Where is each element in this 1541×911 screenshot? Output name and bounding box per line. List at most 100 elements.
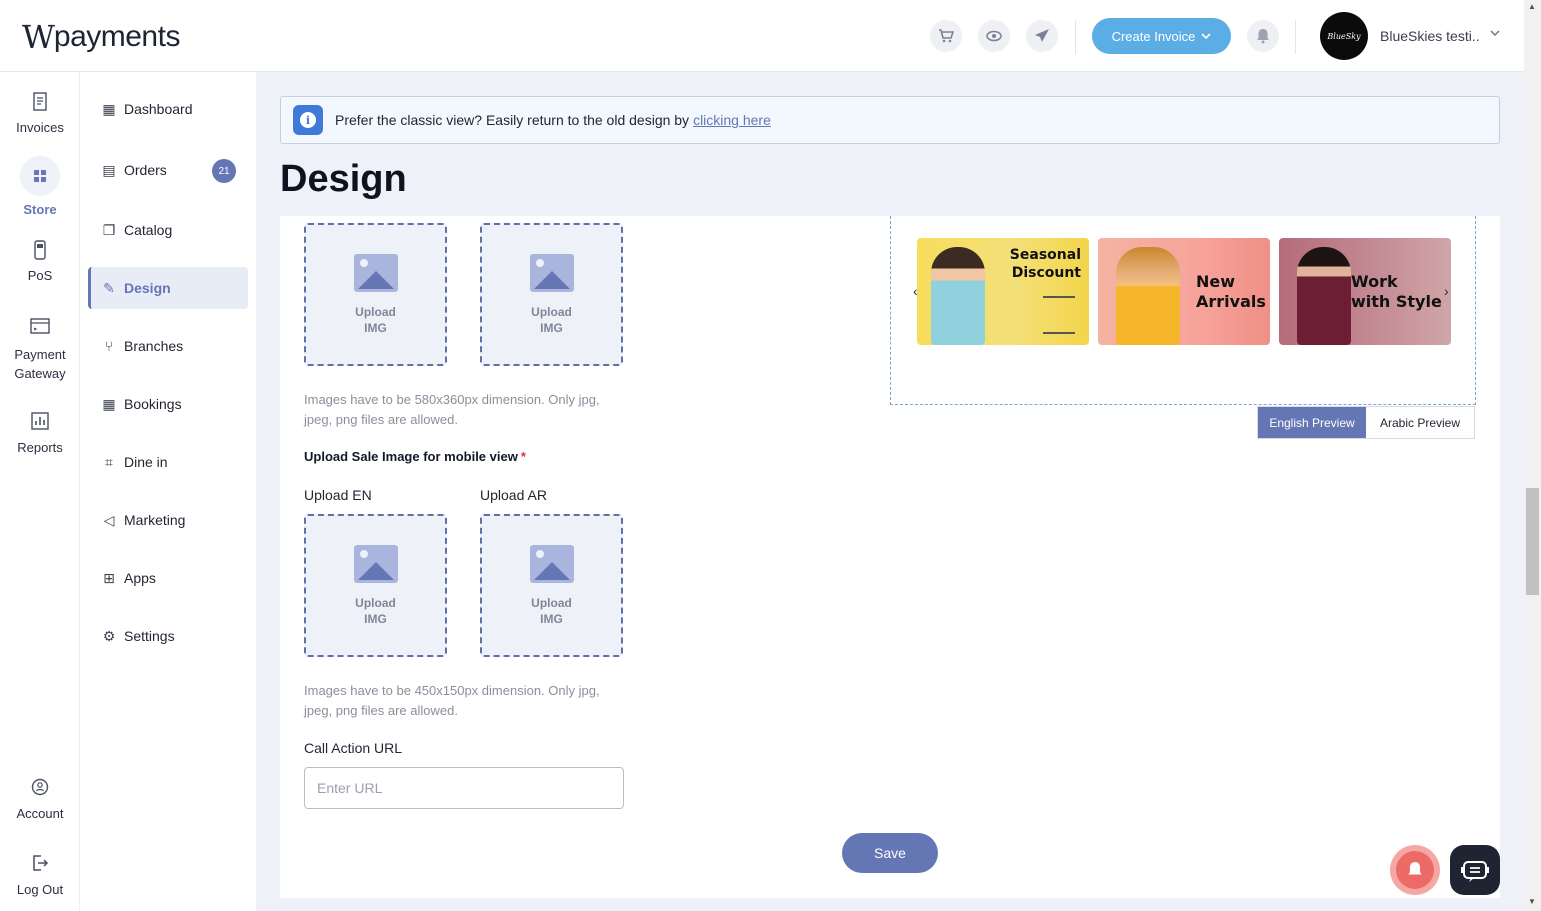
upload-en-image-box[interactable]: Upload IMG xyxy=(304,223,447,366)
image-placeholder-icon xyxy=(353,544,398,583)
slide-headline: Seasonal xyxy=(1009,247,1081,263)
sidebar-item-dine-in[interactable]: ⌗ Dine in xyxy=(88,441,248,483)
slide-headline: Discount xyxy=(1011,265,1081,281)
settings-icon: ⚙ xyxy=(102,627,116,644)
account-icon xyxy=(30,778,50,798)
mobile-image-hint: Images have to be 450x150px dimension. O… xyxy=(304,683,600,718)
preview-slide: Work with Style xyxy=(1279,238,1451,345)
invoice-icon xyxy=(30,92,50,112)
upload-label: IMG xyxy=(364,611,387,626)
divider xyxy=(1043,332,1075,334)
rail-item-label: Log Out xyxy=(16,882,64,897)
sidebar-item-settings[interactable]: ⚙ Settings xyxy=(88,615,248,657)
divider xyxy=(1075,20,1076,54)
page-scrollbar[interactable] xyxy=(1524,0,1541,911)
rail-item-reports[interactable]: Reports xyxy=(0,412,80,455)
upload-label: IMG xyxy=(540,320,563,335)
create-invoice-button[interactable]: Create Invoice xyxy=(1092,18,1231,54)
preview-slide: New Arrivals xyxy=(1098,238,1270,345)
rail-item-payment-gateway[interactable]: Payment Gateway xyxy=(0,317,80,383)
upload-en-label: Upload EN xyxy=(304,487,372,503)
arabic-preview-button[interactable]: Arabic Preview xyxy=(1366,407,1474,438)
logout-icon xyxy=(30,854,50,874)
call-action-url-label: Call Action URL xyxy=(304,740,403,756)
bell-icon[interactable] xyxy=(1247,20,1279,52)
preview-slide: Seasonal Discount xyxy=(917,238,1089,345)
desktop-image-hint: Images have to be 580x360px dimension. O… xyxy=(304,392,600,427)
sidebar-item-label: Catalog xyxy=(124,222,173,238)
upload-mobile-en-image-box[interactable]: Upload IMG xyxy=(304,514,447,657)
divider xyxy=(1295,20,1296,54)
bookings-icon: ▦ xyxy=(102,395,116,412)
app-logo[interactable]: W payments xyxy=(22,18,180,56)
sidebar-item-branches[interactable]: ⑂ Branches xyxy=(88,325,248,367)
save-button[interactable]: Save xyxy=(842,833,938,873)
required-mark: * xyxy=(520,449,526,464)
carousel-prev-icon[interactable]: ‹ xyxy=(913,283,918,299)
slide-headline: Arrivals xyxy=(1196,292,1266,311)
catalog-icon: ❐ xyxy=(102,221,116,238)
top-bar: W payments Create Invoice BlueSky BlueSk… xyxy=(0,0,1524,72)
upload-ar-label: Upload AR xyxy=(480,487,547,503)
sidebar-item-label: Marketing xyxy=(124,512,186,528)
eye-icon[interactable] xyxy=(978,20,1010,52)
avatar[interactable]: BlueSky xyxy=(1320,12,1368,60)
store-sidebar: ▦ Dashboard ▤ Orders 21 ❐ Catalog ✎ Desi… xyxy=(80,72,256,911)
info-icon: i xyxy=(293,105,323,135)
cart-icon[interactable] xyxy=(930,20,962,52)
upload-label: Upload xyxy=(355,304,396,319)
sidebar-item-design[interactable]: ✎ Design xyxy=(88,267,248,309)
classic-view-banner: i Prefer the classic view? Easily return… xyxy=(280,96,1500,144)
notification-fab[interactable] xyxy=(1390,845,1440,895)
rail-item-pos[interactable]: PoS xyxy=(0,240,80,283)
rail-item-logout[interactable]: Log Out xyxy=(0,854,80,897)
profile-name[interactable]: BlueSkies testi... xyxy=(1380,28,1480,44)
scroll-down-icon[interactable]: ▼ xyxy=(1528,897,1536,906)
sidebar-item-orders[interactable]: ▤ Orders 21 xyxy=(88,149,248,191)
upload-ar-image-box[interactable]: Upload IMG xyxy=(480,223,623,366)
sidebar-item-catalog[interactable]: ❐ Catalog xyxy=(88,209,248,251)
dine-in-icon: ⌗ xyxy=(105,453,113,470)
image-placeholder-icon xyxy=(529,544,574,583)
payment-gateway-icon xyxy=(30,317,50,337)
classic-view-link[interactable]: clicking here xyxy=(693,112,771,128)
rail-item-label: Reports xyxy=(17,440,63,455)
bell-icon xyxy=(1396,851,1434,889)
apps-icon: ⊞ xyxy=(103,569,115,586)
english-preview-button[interactable]: English Preview xyxy=(1258,407,1366,438)
sidebar-item-label: Dine in xyxy=(124,454,168,470)
upload-label: IMG xyxy=(540,611,563,626)
sidebar-item-bookings[interactable]: ▦ Bookings xyxy=(88,383,248,425)
model-photo xyxy=(1297,247,1351,345)
reports-icon xyxy=(30,412,50,432)
carousel-next-icon[interactable]: › xyxy=(1444,283,1449,299)
dashboard-icon: ▦ xyxy=(102,100,116,117)
call-action-url-input[interactable] xyxy=(304,767,624,809)
slide-headline: with Style xyxy=(1351,292,1442,311)
preview-language-toggle: English Preview Arabic Preview xyxy=(1257,406,1475,439)
store-icon xyxy=(20,156,60,196)
sidebar-item-marketing[interactable]: ◁ Marketing xyxy=(88,499,248,541)
rail-item-invoices[interactable]: Invoices xyxy=(0,92,80,135)
icon-rail: Invoices Store PoS Payment Gateway Repor… xyxy=(0,72,80,911)
sidebar-item-dashboard[interactable]: ▦ Dashboard xyxy=(88,88,248,130)
sidebar-item-label: Settings xyxy=(124,628,175,644)
image-placeholder-icon xyxy=(529,253,574,292)
rail-item-store[interactable]: Store xyxy=(0,156,80,217)
model-photo xyxy=(931,247,985,345)
upload-mobile-ar-image-box[interactable]: Upload IMG xyxy=(480,514,623,657)
upload-label: IMG xyxy=(364,320,387,335)
scrollbar-thumb[interactable] xyxy=(1526,488,1539,595)
chevron-down-icon[interactable] xyxy=(1490,27,1500,41)
rail-item-account[interactable]: Account xyxy=(0,778,80,821)
orders-icon: ▤ xyxy=(102,161,116,178)
sidebar-item-label: Dashboard xyxy=(124,101,193,117)
chevron-down-icon xyxy=(1201,33,1211,40)
orders-count-badge: 21 xyxy=(212,159,236,183)
scroll-up-icon[interactable]: ▲ xyxy=(1528,2,1536,11)
model-photo xyxy=(1116,247,1180,345)
send-icon[interactable] xyxy=(1026,20,1058,52)
upload-label: Upload xyxy=(355,595,396,610)
chat-support-button[interactable] xyxy=(1450,845,1500,895)
sidebar-item-apps[interactable]: ⊞ Apps xyxy=(88,557,248,599)
